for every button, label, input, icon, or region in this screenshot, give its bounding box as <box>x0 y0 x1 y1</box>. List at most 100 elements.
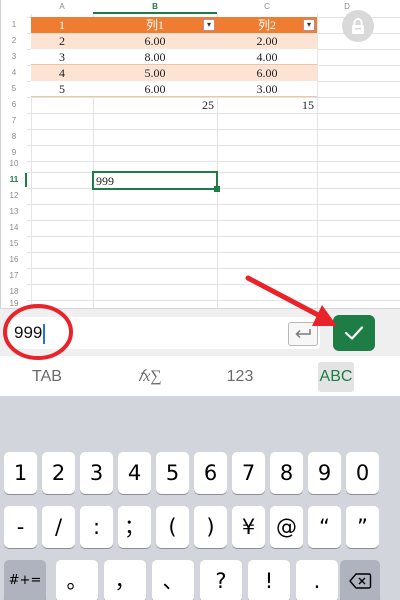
key-enumeration-comma[interactable]: 、 <box>152 560 194 600</box>
table-header-cell[interactable]: 列1 <box>93 17 217 33</box>
column-header-a[interactable]: A <box>31 0 93 14</box>
key-7[interactable]: 7 <box>232 452 265 494</box>
spreadsheet-grid[interactable]: A B C D 1 2 3 4 5 6 7 8 9 10 11 12 13 14… <box>0 0 400 308</box>
checkmark-icon <box>344 326 364 340</box>
key-1[interactable]: 1 <box>4 452 37 494</box>
table-cell[interactable]: 2.00 <box>217 33 317 49</box>
row-header[interactable]: 5 <box>1 81 27 97</box>
grid-line <box>27 113 400 114</box>
table-cell[interactable]: 5 <box>31 81 93 97</box>
dropdown-filter-icon[interactable]: ▾ <box>203 19 215 31</box>
key-exclamation[interactable]: ! <box>248 560 290 600</box>
table-cell[interactable]: 4.00 <box>217 49 317 65</box>
return-button[interactable] <box>288 322 318 346</box>
key-2[interactable]: 2 <box>42 452 75 494</box>
abc-mode-tab[interactable]: ABC <box>318 362 354 392</box>
grid-line <box>27 204 400 205</box>
grid-line <box>27 300 400 301</box>
cell-input-value: 999 <box>14 323 43 342</box>
key-8[interactable]: 8 <box>270 452 303 494</box>
row-header[interactable]: 13 <box>1 204 27 220</box>
function-mode-tab[interactable]: 𝑓x∑ <box>120 362 180 392</box>
formula-input-bar: 999 <box>0 308 400 356</box>
selected-cell-value: 999 <box>96 174 114 188</box>
key-5[interactable]: 5 <box>156 452 189 494</box>
row-header[interactable]: 16 <box>1 252 27 268</box>
numeric-mode-tab[interactable]: 123 <box>212 362 268 392</box>
grid-line <box>27 129 400 130</box>
table-cell[interactable]: 3 <box>31 49 93 65</box>
key-3[interactable]: 3 <box>80 452 113 494</box>
grid-line <box>27 145 400 146</box>
table-cell[interactable]: 8.00 <box>93 49 217 65</box>
table-cell[interactable]: 6.00 <box>93 81 217 97</box>
key-9[interactable]: 9 <box>308 452 341 494</box>
row-header[interactable]: 17 <box>1 268 27 284</box>
key-4[interactable]: 4 <box>118 452 151 494</box>
row-header[interactable]: 8 <box>1 129 27 145</box>
table-cell[interactable]: 5.00 <box>93 65 217 81</box>
table-header-cell[interactable]: 列2 <box>217 17 317 33</box>
fill-handle[interactable] <box>214 186 220 192</box>
column-header-b[interactable]: B <box>93 0 217 14</box>
grid-line <box>27 220 400 221</box>
row-header[interactable]: 3 <box>1 49 27 65</box>
table-cell[interactable]: 2 <box>31 33 93 49</box>
grid-line <box>27 161 400 162</box>
keyboard-mode-bar: TAB 𝑓x∑ 123 ABC <box>0 356 400 396</box>
return-arrow-icon <box>295 329 311 339</box>
key-semicolon[interactable]: ； <box>118 506 151 548</box>
key-left-quote[interactable]: “ <box>308 506 341 548</box>
key-question[interactable]: ? <box>200 560 242 600</box>
table-header-cell[interactable]: 1 <box>31 17 93 33</box>
column-header-d[interactable]: D <box>317 0 377 14</box>
row-header-active[interactable]: 11 <box>1 172 27 188</box>
row-header[interactable]: 4 <box>1 65 27 81</box>
text-caret <box>43 323 46 344</box>
key-comma-cjk[interactable]: ， <box>104 560 146 600</box>
confirm-button[interactable] <box>333 315 375 351</box>
backspace-button[interactable] <box>340 560 380 600</box>
row-header[interactable]: 2 <box>1 33 27 49</box>
row-header[interactable]: 14 <box>1 220 27 236</box>
sum-cell[interactable]: 25 <box>93 97 217 113</box>
lock-button[interactable] <box>342 10 374 42</box>
table-cell[interactable]: 6.00 <box>217 65 317 81</box>
key-6[interactable]: 6 <box>194 452 227 494</box>
key-hyphen[interactable]: - <box>4 506 37 548</box>
row-header[interactable]: 19 <box>1 296 27 308</box>
tab-key-button[interactable]: TAB <box>18 362 76 392</box>
on-screen-keyboard: 1 2 3 4 5 6 7 8 9 0 - / : ； ( ) ¥ @ “ ” … <box>0 396 400 600</box>
grid-line <box>27 252 400 253</box>
table-cell[interactable]: 3.00 <box>217 81 317 97</box>
sum-cell[interactable]: 15 <box>217 97 317 113</box>
key-slash[interactable]: / <box>42 506 75 548</box>
dropdown-filter-icon[interactable]: ▾ <box>303 19 315 31</box>
grid-line <box>27 268 400 269</box>
row-header[interactable]: 10 <box>1 156 27 172</box>
selected-cell-b11[interactable]: 999 <box>92 171 220 192</box>
key-0[interactable]: 0 <box>346 452 379 494</box>
row-header[interactable]: 7 <box>1 113 27 129</box>
key-left-paren[interactable]: ( <box>156 506 189 548</box>
key-right-paren[interactable]: ) <box>194 506 227 548</box>
backspace-icon <box>349 573 372 589</box>
key-at[interactable]: @ <box>270 506 303 548</box>
key-colon[interactable]: : <box>80 506 113 548</box>
table-cell[interactable]: 4 <box>31 65 93 81</box>
row-header[interactable]: 15 <box>1 236 27 252</box>
grid-line <box>27 236 400 237</box>
key-yen[interactable]: ¥ <box>232 506 265 548</box>
cell-input-field[interactable]: 999 <box>8 317 320 349</box>
key-symbols-toggle[interactable]: #+= <box>4 560 46 600</box>
key-period-cjk[interactable]: 。 <box>56 560 98 600</box>
key-period[interactable]: . <box>296 560 338 600</box>
column-header-c[interactable]: C <box>217 0 317 14</box>
row-header[interactable]: 6 <box>1 97 27 113</box>
row-header[interactable]: 1 <box>1 17 27 33</box>
key-right-quote[interactable]: ” <box>346 506 379 548</box>
row-header[interactable]: 12 <box>1 188 27 204</box>
grid-line <box>27 284 400 285</box>
lock-icon <box>352 18 364 34</box>
table-cell[interactable]: 6.00 <box>93 33 217 49</box>
